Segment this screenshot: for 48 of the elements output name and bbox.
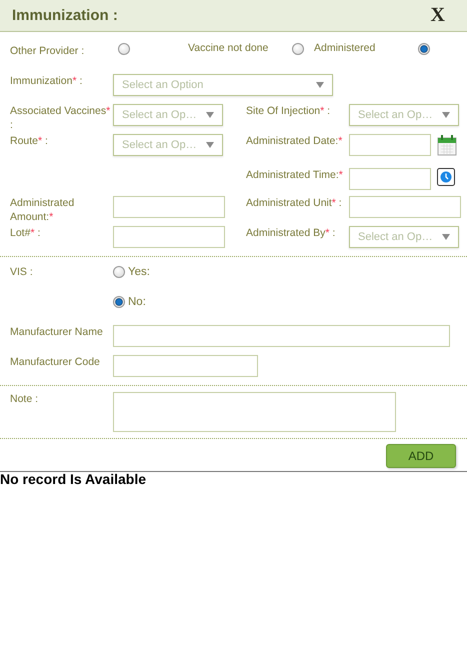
field-label: Administrated Unit* : <box>246 196 343 210</box>
field-label: Administrated Amount:* <box>10 196 76 224</box>
caret-icon <box>206 112 214 118</box>
select-dropdown[interactable]: Select an Op… <box>113 104 223 126</box>
radio-button[interactable] <box>113 266 125 278</box>
caret-icon <box>206 142 214 148</box>
empty-message: No record Is Available <box>0 472 148 487</box>
select-dropdown[interactable]: Select an Op… <box>349 226 459 248</box>
option-label: Other Provider : <box>10 44 86 58</box>
input-field[interactable] <box>113 355 258 377</box>
input-field[interactable] <box>113 196 225 218</box>
caret-icon <box>442 112 450 118</box>
radio-button[interactable] <box>418 43 430 55</box>
close-button[interactable]: X <box>430 4 445 27</box>
input-field[interactable] <box>349 196 461 218</box>
select-dropdown[interactable]: Select an Op… <box>113 134 223 156</box>
clock-icon[interactable] <box>437 168 455 186</box>
field-label: Route* : <box>10 134 49 148</box>
field-label: Administrated Date:* <box>246 134 344 148</box>
option-label: Yes: <box>128 266 150 278</box>
field-label: Administrated Time:* <box>246 168 344 182</box>
field-label: Immunization* : <box>10 74 84 88</box>
caret-icon <box>316 82 324 88</box>
field-label: Administrated By* : <box>246 226 336 240</box>
field-label: Manufacturer Name <box>10 325 104 339</box>
input-field[interactable] <box>113 325 450 347</box>
note-field[interactable] <box>113 392 396 432</box>
date-field[interactable] <box>349 134 431 156</box>
caret-icon <box>442 234 450 240</box>
option-label: No: <box>128 296 146 308</box>
field-label: Associated Vaccines* : <box>10 104 112 132</box>
option-label: Administered <box>314 40 376 54</box>
field-label: Manufacturer Code <box>10 355 101 369</box>
select-dropdown[interactable]: Select an Option <box>113 74 333 96</box>
field-label: VIS : <box>10 265 34 280</box>
time-field[interactable] <box>349 168 431 190</box>
radio-button[interactable] <box>113 296 125 308</box>
input-field[interactable] <box>113 226 225 248</box>
radio-button[interactable] <box>118 43 130 55</box>
field-label: Lot#* : <box>10 226 42 240</box>
field-label: Note : <box>10 392 40 407</box>
option-label: Vaccine not done <box>188 40 270 54</box>
radio-button[interactable] <box>292 43 304 55</box>
calendar-icon[interactable] <box>437 134 457 156</box>
field-label: Site Of Injection* : <box>246 104 332 118</box>
add-button[interactable]: ADD <box>386 444 456 468</box>
select-dropdown[interactable]: Select an Op… <box>349 104 459 126</box>
dialog-title: Immunization : <box>12 7 118 24</box>
